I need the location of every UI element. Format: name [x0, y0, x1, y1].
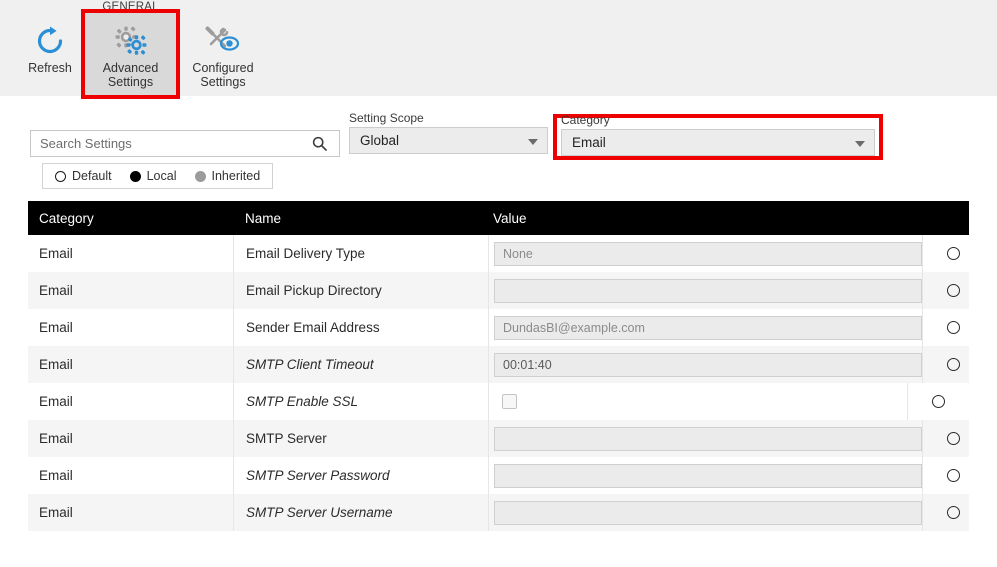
value-input[interactable]: 00:01:40: [494, 352, 922, 377]
legend-item-default[interactable]: Default: [55, 169, 112, 183]
legend-item-local[interactable]: Local: [129, 169, 177, 183]
table-row[interactable]: Email Sender Email Address DundasBI@exampl…: [28, 309, 969, 346]
refresh-button[interactable]: Refresh: [18, 11, 82, 97]
advanced-settings-label-line1: Advanced: [102, 61, 159, 75]
search-icon[interactable]: [306, 136, 332, 151]
legend-item-inherited[interactable]: Inherited: [194, 169, 261, 183]
search-input[interactable]: [38, 132, 306, 155]
advanced-settings-button[interactable]: Advanced Settings: [83, 11, 178, 97]
configured-settings-label-line2: Settings: [200, 75, 246, 89]
category-dropdown[interactable]: Email: [561, 129, 875, 156]
legend-label-local: Local: [146, 169, 177, 183]
table-row[interactable]: Email Email Delivery Type None: [28, 235, 969, 272]
cell-name: Email Delivery Type: [233, 235, 488, 272]
cell-value: [488, 457, 922, 494]
chevron-down-icon: [528, 138, 538, 145]
legend-label-inherited: Inherited: [211, 169, 261, 183]
table-row[interactable]: Email SMTP Client Timeout 00:01:40: [28, 346, 969, 383]
state-legend: Default Local Inherited: [42, 163, 274, 189]
value-input[interactable]: [494, 500, 922, 525]
setting-scope-value: Global: [360, 133, 400, 148]
cell-category: Email: [39, 246, 73, 261]
column-header-name[interactable]: Name: [233, 211, 488, 226]
cell-category: Email: [39, 468, 73, 483]
cell-category: Email: [39, 394, 73, 409]
search-settings-field[interactable]: [30, 130, 340, 157]
cell-category: Email: [39, 505, 73, 520]
refresh-button-label: Refresh: [28, 61, 72, 75]
table-body: Email Email Delivery Type None Email Email P…: [28, 235, 969, 531]
ribbon-toolbar: GENERAL Refresh Advanced Settings Config…: [0, 0, 997, 97]
state-indicator-icon[interactable]: [947, 247, 960, 260]
value-input[interactable]: [494, 426, 922, 451]
cell-name: SMTP Server Username: [233, 494, 488, 531]
table-row[interactable]: Email SMTP Enable SSL: [28, 383, 969, 420]
cell-state-indicator: [922, 420, 984, 457]
state-indicator-icon[interactable]: [947, 469, 960, 482]
table-row[interactable]: Email SMTP Server Password: [28, 457, 969, 494]
settings-table: Category Name Value Email Email Delivery …: [28, 201, 969, 531]
table-row[interactable]: Email SMTP Server: [28, 420, 969, 457]
setting-scope-group: Setting Scope Global: [349, 111, 548, 154]
gears-icon: [113, 21, 149, 61]
cell-category: Email: [39, 320, 73, 335]
table-row[interactable]: Email SMTP Server Username: [28, 494, 969, 531]
setting-scope-label: Setting Scope: [349, 111, 424, 125]
value-input[interactable]: [494, 278, 922, 303]
cell-state-indicator: [922, 272, 984, 309]
value-input[interactable]: None: [494, 241, 922, 266]
cell-name: SMTP Client Timeout: [233, 346, 488, 383]
cell-state-indicator: [922, 494, 984, 531]
configured-settings-button[interactable]: Configured Settings: [180, 11, 266, 97]
category-value: Email: [572, 135, 606, 150]
state-indicator-icon[interactable]: [947, 358, 960, 371]
setting-scope-dropdown[interactable]: Global: [349, 127, 548, 154]
category-label: Category: [561, 113, 610, 127]
cell-name: SMTP Server: [233, 420, 488, 457]
legend-label-default: Default: [72, 169, 112, 183]
inherited-marker-icon: [194, 170, 206, 182]
table-header: Category Name Value: [28, 201, 969, 235]
cell-value: [488, 383, 907, 420]
cell-value: [488, 420, 922, 457]
default-marker-icon: [55, 170, 66, 182]
refresh-icon: [35, 21, 65, 61]
cell-name: SMTP Enable SSL: [233, 383, 488, 420]
cell-state-indicator: [907, 383, 969, 420]
cell-category: Email: [39, 357, 73, 372]
cell-value: 00:01:40: [488, 346, 922, 383]
local-marker-icon: [129, 170, 141, 182]
cell-state-indicator: [922, 346, 984, 383]
state-indicator-icon[interactable]: [932, 395, 945, 408]
state-indicator-icon[interactable]: [947, 284, 960, 297]
value-checkbox[interactable]: [502, 394, 517, 409]
cell-category: Email: [39, 431, 73, 446]
cell-value: None: [488, 235, 922, 272]
cell-state-indicator: [922, 309, 984, 346]
value-input[interactable]: [494, 463, 922, 488]
state-indicator-icon[interactable]: [947, 432, 960, 445]
cell-state-indicator: [922, 235, 984, 272]
state-indicator-icon[interactable]: [947, 321, 960, 334]
column-header-category[interactable]: Category: [28, 211, 233, 226]
cell-value: DundasBI@example.com: [488, 309, 922, 346]
category-group: Category Email: [561, 113, 875, 156]
cell-name: Sender Email Address: [233, 309, 488, 346]
configured-settings-label-line1: Configured: [192, 61, 254, 75]
state-indicator-icon[interactable]: [947, 506, 960, 519]
table-row[interactable]: Email Email Pickup Directory: [28, 272, 969, 309]
cell-name: SMTP Server Password: [233, 457, 488, 494]
cell-value: [488, 494, 922, 531]
chevron-down-icon: [855, 140, 865, 147]
cell-state-indicator: [922, 457, 984, 494]
column-header-value[interactable]: Value: [488, 211, 907, 226]
cell-name: Email Pickup Directory: [233, 272, 488, 309]
advanced-settings-label-line2: Settings: [107, 75, 154, 89]
cell-category: Email: [39, 283, 73, 298]
cell-value: [488, 272, 922, 309]
tools-eye-icon: [205, 21, 241, 61]
value-input[interactable]: DundasBI@example.com: [494, 315, 922, 340]
